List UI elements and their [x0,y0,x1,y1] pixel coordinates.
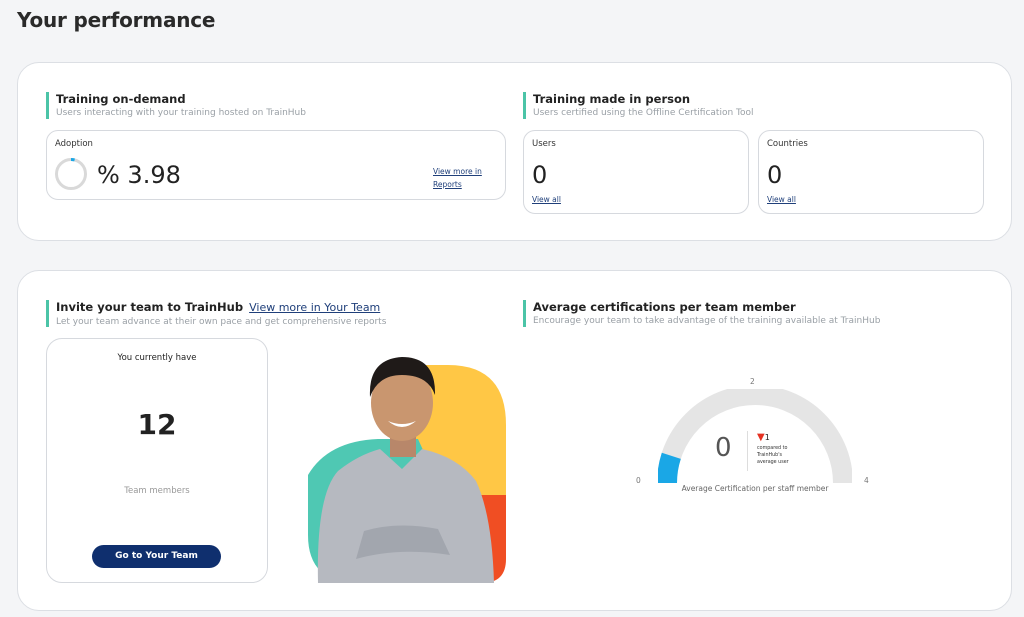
invite-title: Invite your team to TrainHub [56,300,244,314]
team-members-box: You currently have 12 Team members Go to… [46,338,268,583]
invite-subtitle: Let your team advance at their own pace … [56,317,387,327]
gauge-track [658,389,852,484]
countries-value: 0 [767,161,783,189]
gauge-divider [747,431,748,471]
training-card: Training on-demand Users interacting wit… [17,62,1012,241]
view-more-team-link[interactable]: View more in Your Team [249,301,380,314]
users-label: Users [532,139,556,149]
go-to-team-button[interactable]: Go to Your Team [92,545,221,568]
page-title: Your performance [17,8,216,32]
ondemand-header: Training on-demand Users interacting wit… [46,92,306,119]
gauge-delta: 1 [764,433,770,442]
down-arrow-icon: ▼ [757,432,765,443]
average-gauge [658,389,852,484]
adoption-label: Adoption [55,139,93,149]
countries-box: Countries 0 View all [758,130,984,214]
gauge-delta-row: ▼1 [757,433,807,443]
invite-header: Invite your team to TrainHub View more in… [46,300,386,327]
view-more-reports-link[interactable]: View more in Reports [433,165,493,191]
team-count: 12 [137,408,177,441]
users-view-all-link[interactable]: View all [532,195,561,204]
gauge-compare-line1: compared to [757,446,788,451]
ondemand-subtitle: Users interacting with your training hos… [56,108,306,118]
avg-header: Average certifications per team member E… [523,300,880,327]
invite-title-row: Invite your team to TrainHub View more in… [56,300,386,315]
gauge-fill [658,452,681,484]
countries-label: Countries [767,139,808,149]
inperson-header: Training made in person Users certified … [523,92,754,119]
gauge-value: 0 [715,433,732,463]
inperson-title: Training made in person [533,92,691,106]
gauge-comparison: ▼1 compared to TrainHub's average user [757,433,807,466]
adoption-value: % 3.98 [97,161,181,189]
gauge-min-label: 0 [636,476,641,485]
users-box: Users 0 View all [523,130,749,214]
ondemand-title: Training on-demand [56,92,186,106]
gauge-compare-line3: average user [757,460,789,465]
inperson-subtitle: Users certified using the Offline Certif… [533,108,754,118]
team-intro-text: You currently have [117,353,197,363]
gauge-caption: Average Certification per staff member [681,484,829,493]
avg-subtitle: Encourage your team to take advantage of… [533,316,881,326]
gauge-mid-label: 2 [750,377,755,386]
team-card: Invite your team to TrainHub View more in… [17,270,1012,611]
users-value: 0 [532,161,548,189]
gauge-compare-line2: TrainHub's [757,453,783,458]
team-count-label: Team members [124,486,190,496]
countries-view-all-link[interactable]: View all [767,195,796,204]
adoption-progress-ring [55,158,87,190]
avg-title: Average certifications per team member [533,300,796,314]
gauge-max-label: 4 [864,476,869,485]
adoption-box: Adoption % 3.98 View more in Reports [46,130,506,200]
person-illustration [308,357,506,583]
